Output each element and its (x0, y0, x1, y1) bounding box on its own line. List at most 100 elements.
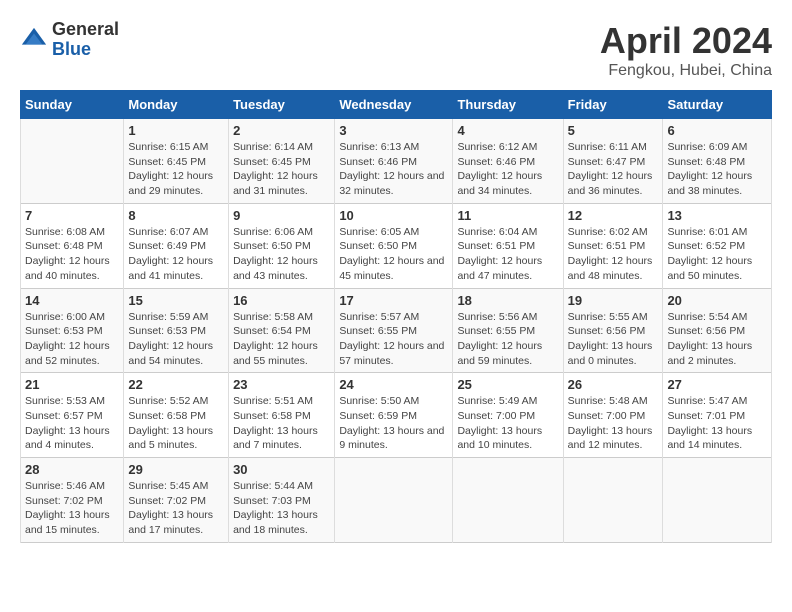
day-of-week-header: Thursday (453, 91, 563, 119)
day-info: Sunrise: 6:02 AMSunset: 6:51 PMDaylight:… (568, 225, 659, 284)
calendar-day-cell: 23 Sunrise: 5:51 AMSunset: 6:58 PMDayligh… (229, 373, 335, 458)
day-info: Sunrise: 6:07 AMSunset: 6:49 PMDaylight:… (128, 225, 224, 284)
day-info: Sunrise: 5:57 AMSunset: 6:55 PMDaylight:… (339, 310, 448, 369)
day-number: 13 (667, 208, 767, 223)
logo-general-text: General (52, 20, 119, 40)
day-number: 12 (568, 208, 659, 223)
day-info: Sunrise: 5:46 AMSunset: 7:02 PMDaylight:… (25, 479, 119, 538)
day-number: 3 (339, 123, 448, 138)
day-info: Sunrise: 6:06 AMSunset: 6:50 PMDaylight:… (233, 225, 330, 284)
day-number: 8 (128, 208, 224, 223)
page-subtitle: Fengkou, Hubei, China (600, 62, 772, 80)
calendar-day-cell: 25Sunrise: 5:49 AMSunset: 7:00 PMDayligh… (453, 373, 563, 458)
calendar-day-cell: 24 Sunrise: 5:50 AMSunset: 6:59 PMDayligh… (335, 373, 453, 458)
calendar-day-cell: 7Sunrise: 6:08 AMSunset: 6:48 PMDaylight… (21, 203, 124, 288)
calendar-day-cell: 30 Sunrise: 5:44 AMSunset: 7:03 PMDayligh… (229, 458, 335, 543)
day-info: Sunrise: 6:14 AMSunset: 6:45 PMDaylight:… (233, 140, 330, 199)
calendar-week-row: 28 Sunrise: 5:46 AMSunset: 7:02 PMDayligh… (21, 458, 772, 543)
day-of-week-header: Tuesday (229, 91, 335, 119)
day-number: 28 (25, 462, 119, 477)
calendar-day-cell (563, 458, 663, 543)
day-number: 6 (667, 123, 767, 138)
logo-blue-text: Blue (52, 40, 119, 60)
day-of-week-header: Monday (124, 91, 229, 119)
day-info: Sunrise: 6:01 AMSunset: 6:52 PMDaylight:… (667, 225, 767, 284)
calendar-day-cell: 17 Sunrise: 5:57 AMSunset: 6:55 PMDayligh… (335, 288, 453, 373)
day-info: Sunrise: 5:50 AMSunset: 6:59 PMDaylight:… (339, 394, 448, 453)
day-number: 2 (233, 123, 330, 138)
day-number: 30 (233, 462, 330, 477)
calendar-day-cell: 1 Sunrise: 6:15 AMSunset: 6:45 PMDaylight… (124, 119, 229, 204)
day-number: 7 (25, 208, 119, 223)
calendar-day-cell: 10 Sunrise: 6:05 AMSunset: 6:50 PMDayligh… (335, 203, 453, 288)
day-info: Sunrise: 5:54 AMSunset: 6:56 PMDaylight:… (667, 310, 767, 369)
calendar-day-cell: 26Sunrise: 5:48 AMSunset: 7:00 PMDayligh… (563, 373, 663, 458)
day-info: Sunrise: 6:00 AMSunset: 6:53 PMDaylight:… (25, 310, 119, 369)
calendar-day-cell: 19 Sunrise: 5:55 AMSunset: 6:56 PMDayligh… (563, 288, 663, 373)
day-info: Sunrise: 5:52 AMSunset: 6:58 PMDaylight:… (128, 394, 224, 453)
calendar-day-cell: 5 Sunrise: 6:11 AMSunset: 6:47 PMDaylight… (563, 119, 663, 204)
day-info: Sunrise: 6:05 AMSunset: 6:50 PMDaylight:… (339, 225, 448, 284)
day-info: Sunrise: 5:51 AMSunset: 6:58 PMDaylight:… (233, 394, 330, 453)
day-number: 1 (128, 123, 224, 138)
day-number: 26 (568, 377, 659, 392)
day-number: 29 (128, 462, 224, 477)
calendar-day-cell: 12 Sunrise: 6:02 AMSunset: 6:51 PMDayligh… (563, 203, 663, 288)
calendar-day-cell: 4 Sunrise: 6:12 AMSunset: 6:46 PMDaylight… (453, 119, 563, 204)
day-number: 24 (339, 377, 448, 392)
day-number: 14 (25, 293, 119, 308)
calendar-day-cell: 14 Sunrise: 6:00 AMSunset: 6:53 PMDayligh… (21, 288, 124, 373)
calendar-table: SundayMondayTuesdayWednesdayThursdayFrid… (20, 90, 772, 543)
day-info: Sunrise: 5:44 AMSunset: 7:03 PMDaylight:… (233, 479, 330, 538)
day-info: Sunrise: 5:56 AMSunset: 6:55 PMDaylight:… (457, 310, 558, 369)
day-number: 4 (457, 123, 558, 138)
day-of-week-header: Wednesday (335, 91, 453, 119)
page-header: General Blue April 2024 Fengkou, Hubei, … (20, 20, 772, 80)
calendar-day-cell: 3 Sunrise: 6:13 AMSunset: 6:46 PMDaylight… (335, 119, 453, 204)
day-of-week-header: Sunday (21, 91, 124, 119)
day-info: Sunrise: 6:13 AMSunset: 6:46 PMDaylight:… (339, 140, 448, 199)
calendar-day-cell: 16 Sunrise: 5:58 AMSunset: 6:54 PMDayligh… (229, 288, 335, 373)
logo-text: General Blue (52, 20, 119, 60)
day-number: 18 (457, 293, 558, 308)
calendar-day-cell: 2 Sunrise: 6:14 AMSunset: 6:45 PMDaylight… (229, 119, 335, 204)
calendar-week-row: 1 Sunrise: 6:15 AMSunset: 6:45 PMDaylight… (21, 119, 772, 204)
day-number: 9 (233, 208, 330, 223)
day-info: Sunrise: 5:59 AMSunset: 6:53 PMDaylight:… (128, 310, 224, 369)
page-title: April 2024 (600, 20, 772, 62)
day-number: 19 (568, 293, 659, 308)
calendar-week-row: 14 Sunrise: 6:00 AMSunset: 6:53 PMDayligh… (21, 288, 772, 373)
day-number: 5 (568, 123, 659, 138)
day-number: 17 (339, 293, 448, 308)
day-of-week-header: Saturday (663, 91, 772, 119)
day-info: Sunrise: 6:11 AMSunset: 6:47 PMDaylight:… (568, 140, 659, 199)
day-info: Sunrise: 5:55 AMSunset: 6:56 PMDaylight:… (568, 310, 659, 369)
calendar-day-cell: 15Sunrise: 5:59 AMSunset: 6:53 PMDayligh… (124, 288, 229, 373)
day-info: Sunrise: 5:58 AMSunset: 6:54 PMDaylight:… (233, 310, 330, 369)
logo-icon (20, 26, 48, 54)
day-info: Sunrise: 5:45 AMSunset: 7:02 PMDaylight:… (128, 479, 224, 538)
day-number: 16 (233, 293, 330, 308)
calendar-week-row: 7Sunrise: 6:08 AMSunset: 6:48 PMDaylight… (21, 203, 772, 288)
title-block: April 2024 Fengkou, Hubei, China (600, 20, 772, 80)
calendar-day-cell: 22Sunrise: 5:52 AMSunset: 6:58 PMDayligh… (124, 373, 229, 458)
calendar-day-cell: 20 Sunrise: 5:54 AMSunset: 6:56 PMDayligh… (663, 288, 772, 373)
day-info: Sunrise: 6:15 AMSunset: 6:45 PMDaylight:… (128, 140, 224, 199)
calendar-day-cell: 29 Sunrise: 5:45 AMSunset: 7:02 PMDayligh… (124, 458, 229, 543)
day-number: 20 (667, 293, 767, 308)
day-info: Sunrise: 6:09 AMSunset: 6:48 PMDaylight:… (667, 140, 767, 199)
day-number: 10 (339, 208, 448, 223)
calendar-day-cell: 6 Sunrise: 6:09 AMSunset: 6:48 PMDaylight… (663, 119, 772, 204)
calendar-week-row: 21Sunrise: 5:53 AMSunset: 6:57 PMDayligh… (21, 373, 772, 458)
day-info: Sunrise: 6:12 AMSunset: 6:46 PMDaylight:… (457, 140, 558, 199)
day-number: 11 (457, 208, 558, 223)
calendar-day-cell: 13 Sunrise: 6:01 AMSunset: 6:52 PMDayligh… (663, 203, 772, 288)
calendar-day-cell (335, 458, 453, 543)
calendar-day-cell: 9 Sunrise: 6:06 AMSunset: 6:50 PMDaylight… (229, 203, 335, 288)
day-info: Sunrise: 5:49 AMSunset: 7:00 PMDaylight:… (457, 394, 558, 453)
calendar-day-cell: 27Sunrise: 5:47 AMSunset: 7:01 PMDayligh… (663, 373, 772, 458)
calendar-day-cell (663, 458, 772, 543)
calendar-day-cell: 8 Sunrise: 6:07 AMSunset: 6:49 PMDaylight… (124, 203, 229, 288)
day-number: 23 (233, 377, 330, 392)
day-number: 27 (667, 377, 767, 392)
